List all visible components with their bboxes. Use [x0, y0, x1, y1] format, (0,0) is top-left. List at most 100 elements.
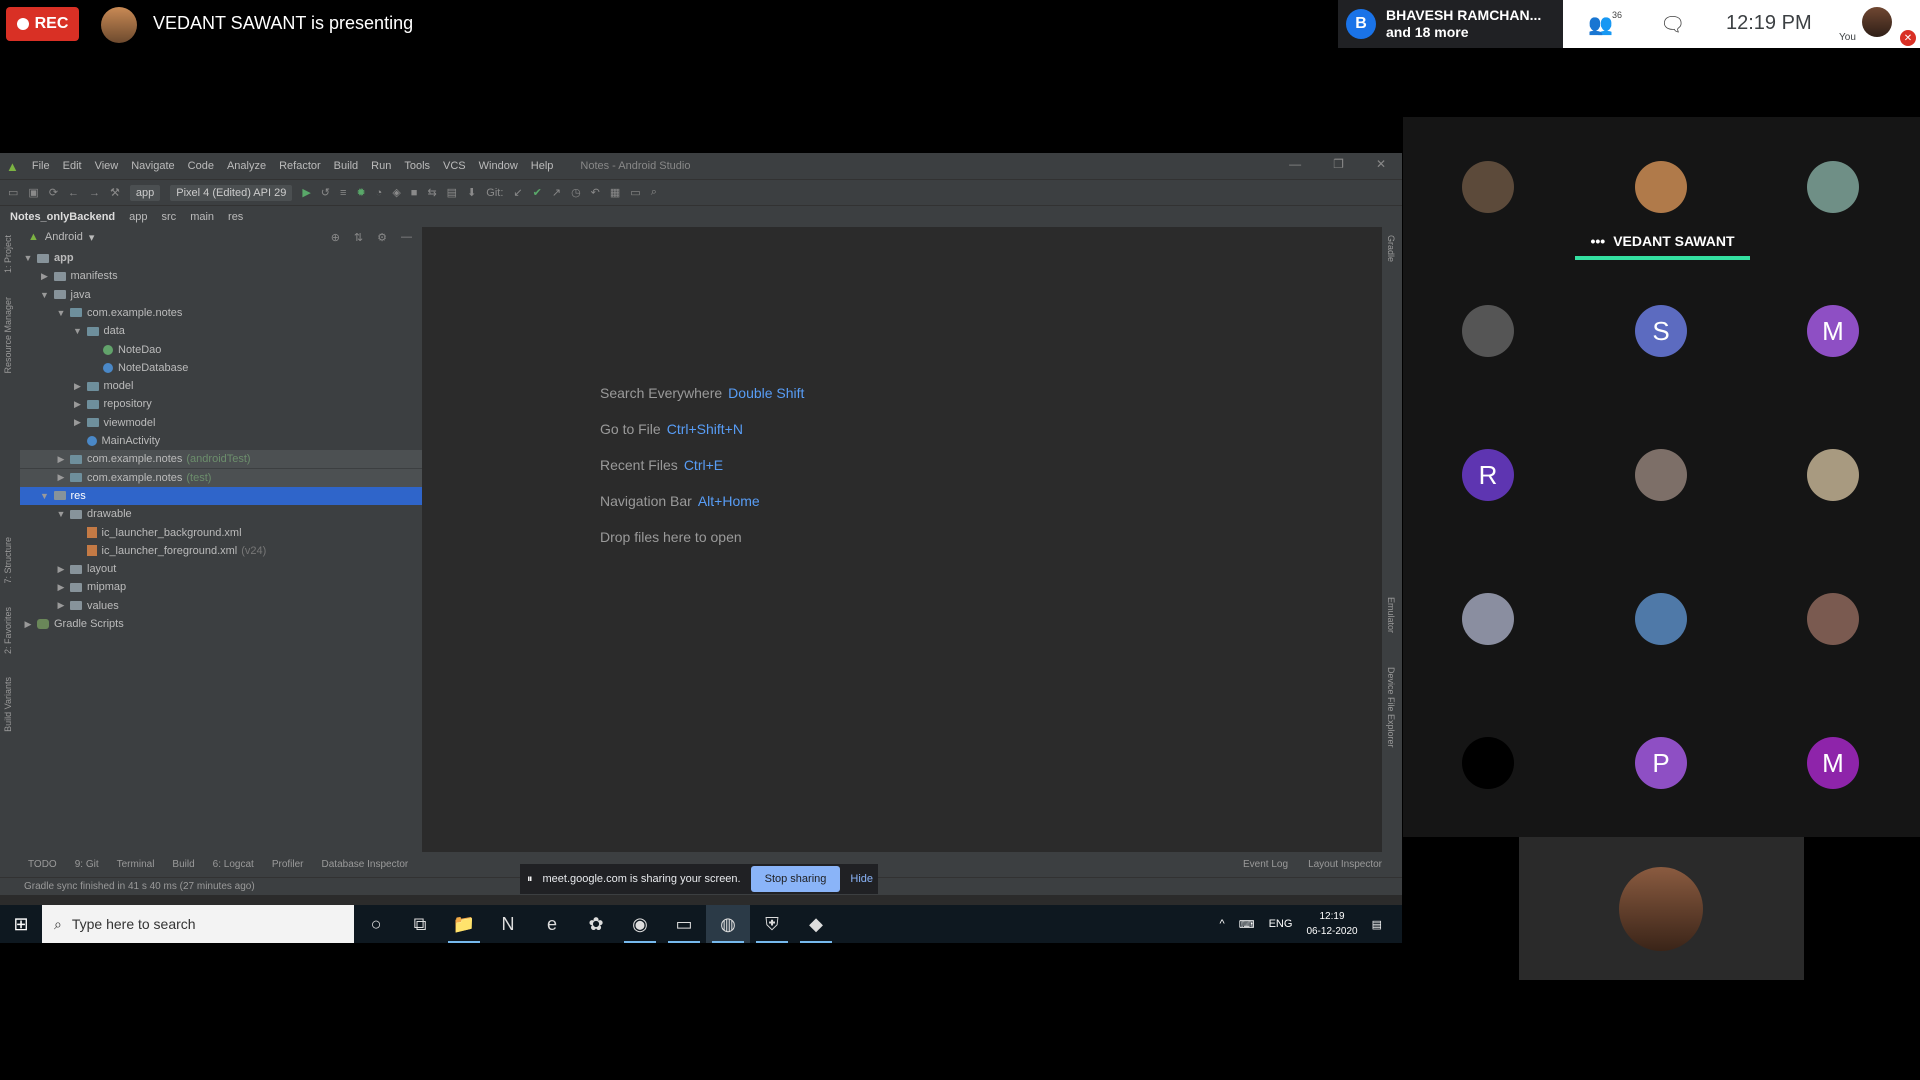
- app-window-icon[interactable]: ▭: [662, 905, 706, 943]
- run-icon[interactable]: ▶: [302, 186, 310, 199]
- expand-arrow-icon[interactable]: ▼: [39, 491, 51, 501]
- collapse-arrow-icon[interactable]: ▶: [72, 399, 84, 410]
- taskbar-search-box[interactable]: ⌕ Type here to search: [42, 905, 354, 943]
- collapse-arrow-icon[interactable]: ▶: [55, 472, 67, 483]
- expand-arrow-icon[interactable]: ▼: [39, 290, 51, 300]
- tool-tab-left[interactable]: 7: Structure: [3, 537, 13, 584]
- breadcrumb-item[interactable]: res: [228, 211, 243, 223]
- keyboard-icon[interactable]: ⌨: [1239, 918, 1255, 931]
- participant-avatar[interactable]: [1635, 161, 1687, 213]
- device-select[interactable]: Pixel 4 (Edited) API 29: [170, 184, 293, 201]
- attach-debugger-icon[interactable]: ◈: [392, 186, 400, 199]
- apply-changes-icon[interactable]: ↺: [321, 186, 330, 199]
- hide-panel-icon[interactable]: —: [401, 231, 412, 244]
- tree-node[interactable]: ▶ layout: [20, 560, 422, 578]
- tree-node[interactable]: ▼ res: [20, 486, 422, 505]
- participant-avatar[interactable]: [1807, 161, 1859, 213]
- breadcrumb-item[interactable]: Notes_onlyBackend: [10, 211, 115, 223]
- tool-tab-left[interactable]: Resource Manager: [3, 297, 13, 374]
- tree-node[interactable]: ic_launcher_foreground.xml (v24): [20, 542, 422, 560]
- paint-icon[interactable]: ✿: [574, 905, 618, 943]
- expand-arrow-icon[interactable]: ▼: [55, 308, 67, 318]
- tree-node[interactable]: ▶ viewmodel: [20, 414, 422, 432]
- editor-empty-area[interactable]: Search Everywhere Double Shift Go to File C…: [422, 227, 1382, 852]
- tree-node[interactable]: ▶ Gradle Scripts: [20, 615, 422, 633]
- tree-node[interactable]: ▼ java: [20, 286, 422, 304]
- bottom-tool-tab[interactable]: Profiler: [272, 859, 304, 870]
- collapse-arrow-icon[interactable]: ▶: [55, 600, 67, 611]
- tool-tab-right[interactable]: Device File Explorer: [1386, 667, 1396, 748]
- menu-item-window[interactable]: Window: [479, 160, 518, 172]
- edge-icon[interactable]: e: [530, 905, 574, 943]
- participant-avatar[interactable]: S: [1635, 305, 1687, 357]
- chevron-down-icon[interactable]: ▾: [89, 231, 95, 244]
- bottom-tool-tab[interactable]: TODO: [28, 859, 57, 870]
- git-push-icon[interactable]: ↗: [552, 186, 561, 199]
- active-app-icon[interactable]: ◍: [706, 905, 750, 943]
- bottom-tool-tab[interactable]: Build: [172, 859, 194, 870]
- breadcrumb-item[interactable]: main: [190, 211, 214, 223]
- breadcrumb-item[interactable]: app: [129, 211, 147, 223]
- profile-icon[interactable]: ◔: [376, 187, 383, 199]
- locate-icon[interactable]: ⊕: [331, 231, 340, 244]
- collapse-arrow-icon[interactable]: ▶: [55, 454, 67, 465]
- git-history-icon[interactable]: ◷: [571, 186, 581, 199]
- shield-icon[interactable]: ⛨: [750, 905, 794, 943]
- participant-avatar[interactable]: [1462, 737, 1514, 789]
- project-structure-icon[interactable]: ▦: [610, 186, 620, 199]
- bottom-tool-tab[interactable]: 9: Git: [75, 859, 99, 870]
- run-config-select[interactable]: app: [129, 184, 161, 201]
- tool-tab-right[interactable]: Emulator: [1386, 597, 1396, 633]
- breadcrumb-item[interactable]: src: [162, 211, 177, 223]
- stop-sharing-button[interactable]: Stop sharing: [750, 866, 841, 892]
- tree-node[interactable]: ▶ manifests: [20, 267, 422, 285]
- menu-item-analyze[interactable]: Analyze: [227, 160, 266, 172]
- participant-avatar[interactable]: [1462, 161, 1514, 213]
- self-avatar[interactable]: [1862, 7, 1892, 37]
- tray-clock[interactable]: 12:19 06-12-2020: [1306, 909, 1357, 939]
- task-view-icon[interactable]: ⧉: [398, 905, 442, 943]
- participant-avatar[interactable]: [1462, 593, 1514, 645]
- participant-avatar[interactable]: M: [1807, 305, 1859, 357]
- tree-node[interactable]: ▼ drawable: [20, 505, 422, 523]
- apply-code-icon[interactable]: ≡: [340, 187, 346, 199]
- git-commit-icon[interactable]: ✔: [533, 186, 542, 199]
- collapse-icon[interactable]: ⇅: [354, 231, 363, 244]
- tree-node[interactable]: ic_launcher_background.xml: [20, 524, 422, 542]
- menu-item-navigate[interactable]: Navigate: [131, 160, 174, 172]
- menu-item-code[interactable]: Code: [188, 160, 214, 172]
- tree-node[interactable]: ▶ model: [20, 377, 422, 395]
- active-speaker-box[interactable]: B BHAVESH RAMCHAN... and 18 more: [1338, 0, 1563, 48]
- tree-node[interactable]: NoteDao: [20, 341, 422, 359]
- open-folder-icon[interactable]: ▭: [8, 186, 18, 199]
- close-icon[interactable]: ✕: [1376, 157, 1386, 171]
- notifications-icon[interactable]: ▤: [1372, 918, 1382, 931]
- tree-node[interactable]: ▼ app: [20, 249, 422, 267]
- gradle-sync-icon[interactable]: ⇆: [427, 186, 436, 199]
- tree-node[interactable]: ▶ repository: [20, 395, 422, 413]
- bottom-right-tab[interactable]: Layout Inspector: [1308, 859, 1382, 870]
- menu-item-refactor[interactable]: Refactor: [279, 160, 321, 172]
- hammer-icon[interactable]: ⚒: [110, 186, 120, 199]
- gear-icon[interactable]: ⚙: [377, 231, 387, 244]
- panel-view-select[interactable]: Android: [45, 231, 83, 243]
- tool-tab-left[interactable]: 2: Favorites: [3, 607, 13, 654]
- menu-item-tools[interactable]: Tools: [404, 160, 430, 172]
- debug-icon[interactable]: ✹: [356, 186, 365, 199]
- menu-item-build[interactable]: Build: [334, 160, 358, 172]
- sdk-manager-icon[interactable]: ⬇: [467, 186, 476, 199]
- bottom-tool-tab[interactable]: Terminal: [117, 859, 155, 870]
- people-icon[interactable]: 👥: [1588, 12, 1613, 37]
- stop-icon[interactable]: ■: [411, 187, 418, 199]
- layout-icon[interactable]: ▭: [630, 186, 640, 199]
- chrome-icon[interactable]: ◉: [618, 905, 662, 943]
- git-update-icon[interactable]: ↙: [513, 186, 522, 199]
- expand-arrow-icon[interactable]: ▼: [55, 509, 67, 519]
- file-explorer-icon[interactable]: 📁: [442, 905, 486, 943]
- tree-node[interactable]: ▶ com.example.notes (test): [20, 468, 422, 487]
- tool-tab-right[interactable]: Gradle: [1386, 235, 1396, 262]
- avd-manager-icon[interactable]: ▤: [447, 186, 457, 199]
- windows-start-icon[interactable]: ⊞: [0, 914, 42, 935]
- collapse-arrow-icon[interactable]: ▶: [55, 582, 67, 593]
- menu-item-edit[interactable]: Edit: [63, 160, 82, 172]
